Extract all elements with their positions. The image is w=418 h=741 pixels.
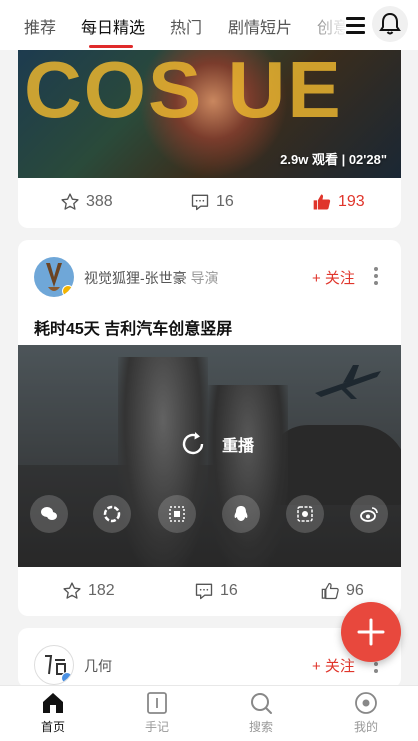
wechat-share-icon[interactable] bbox=[30, 495, 68, 533]
bottom-nav-label: 首页 bbox=[40, 720, 65, 734]
bottom-nav-label: 搜索 bbox=[248, 720, 273, 734]
video-card: 视觉狐狸-张世豪 导演 + 关注 耗时45天 吉利汽车创意竖屏 重播 182 1… bbox=[18, 240, 401, 616]
bottom-nav-home[interactable]: 首页 bbox=[23, 690, 83, 735]
comment-button[interactable]: 16 bbox=[194, 581, 238, 601]
favorite-count: 388 bbox=[86, 193, 113, 210]
bell-icon[interactable] bbox=[372, 6, 408, 42]
author-avatar[interactable] bbox=[34, 645, 74, 685]
home-icon bbox=[43, 693, 63, 713]
notebook-icon bbox=[147, 692, 167, 714]
bottom-nav-profile[interactable]: 我的 bbox=[336, 690, 396, 735]
bottom-nav-notes[interactable]: 手记 bbox=[127, 690, 187, 735]
qq-share-icon[interactable] bbox=[222, 495, 260, 533]
tab-short-drama[interactable]: 剧情短片 bbox=[228, 14, 292, 38]
qzone-share-icon[interactable] bbox=[286, 495, 324, 533]
favorite-count: 182 bbox=[88, 582, 115, 599]
comment-icon bbox=[191, 194, 209, 211]
verified-badge bbox=[62, 285, 74, 297]
bottom-nav: 首页 手记 搜索 我的 bbox=[0, 685, 418, 741]
thumbs-up-icon bbox=[321, 582, 339, 600]
author-avatar[interactable] bbox=[34, 257, 74, 297]
comment-count: 16 bbox=[216, 193, 234, 210]
like-count: 96 bbox=[346, 582, 364, 599]
moments-share-icon[interactable] bbox=[93, 495, 131, 533]
replay-label: 重播 bbox=[222, 438, 255, 455]
tab-recommend[interactable]: 推荐 bbox=[24, 14, 56, 38]
comment-count: 16 bbox=[220, 582, 238, 599]
follow-button[interactable]: + 关注 bbox=[312, 267, 355, 288]
verified-badge bbox=[61, 672, 73, 684]
top-nav: 推荐 每日精选 热门 剧情短片 创意 bbox=[0, 0, 418, 50]
favorite-button[interactable]: 388 bbox=[60, 192, 113, 212]
author-name[interactable]: 几何 bbox=[84, 656, 112, 676]
bottom-nav-label: 我的 bbox=[353, 720, 378, 734]
replay-button[interactable]: 重播 bbox=[178, 429, 254, 459]
menu-icon[interactable] bbox=[345, 13, 367, 37]
thumbs-up-icon bbox=[313, 194, 331, 210]
favorite-button[interactable]: 182 bbox=[62, 581, 115, 601]
tab-daily-picks[interactable]: 每日精选 bbox=[81, 14, 145, 38]
video-title[interactable]: 耗时45天 吉利汽车创意竖屏 bbox=[34, 315, 232, 339]
weibo-share-icon[interactable] bbox=[350, 495, 388, 533]
search-icon bbox=[251, 693, 272, 714]
star-icon bbox=[63, 582, 81, 599]
author-name[interactable]: 视觉狐狸-张世豪 导演 bbox=[84, 268, 219, 288]
card-actions: 388 16 193 bbox=[18, 178, 401, 226]
view-duration-stat: 2.9w 观看 | 02'28" bbox=[280, 152, 387, 167]
tabs-fade bbox=[300, 0, 348, 50]
plus-icon bbox=[357, 618, 385, 646]
like-button[interactable]: 193 bbox=[312, 192, 365, 212]
like-count: 193 bbox=[338, 193, 365, 210]
more-options-icon[interactable] bbox=[373, 267, 379, 285]
comment-button[interactable]: 16 bbox=[190, 192, 234, 212]
comment-icon bbox=[195, 583, 213, 600]
replay-icon bbox=[182, 432, 204, 455]
tab-hot[interactable]: 热门 bbox=[170, 14, 202, 38]
thumbnail-artwork: COS UE bbox=[24, 50, 343, 134]
like-button[interactable]: 96 bbox=[320, 581, 364, 601]
bottom-nav-label: 手记 bbox=[144, 720, 169, 734]
video-thumbnail[interactable]: COS UE 2.9w 观看 | 02'28" bbox=[18, 50, 401, 178]
qr-code-icon[interactable] bbox=[158, 495, 196, 533]
active-tab-indicator bbox=[89, 45, 133, 48]
video-card: COS UE 2.9w 观看 | 02'28" 388 16 193 bbox=[18, 50, 401, 228]
star-icon bbox=[61, 193, 79, 210]
video-player[interactable]: 重播 bbox=[18, 345, 401, 567]
author-role: 导演 bbox=[190, 270, 219, 286]
create-post-button[interactable] bbox=[341, 602, 401, 662]
profile-icon bbox=[355, 692, 377, 714]
bottom-nav-search[interactable]: 搜索 bbox=[231, 690, 291, 735]
